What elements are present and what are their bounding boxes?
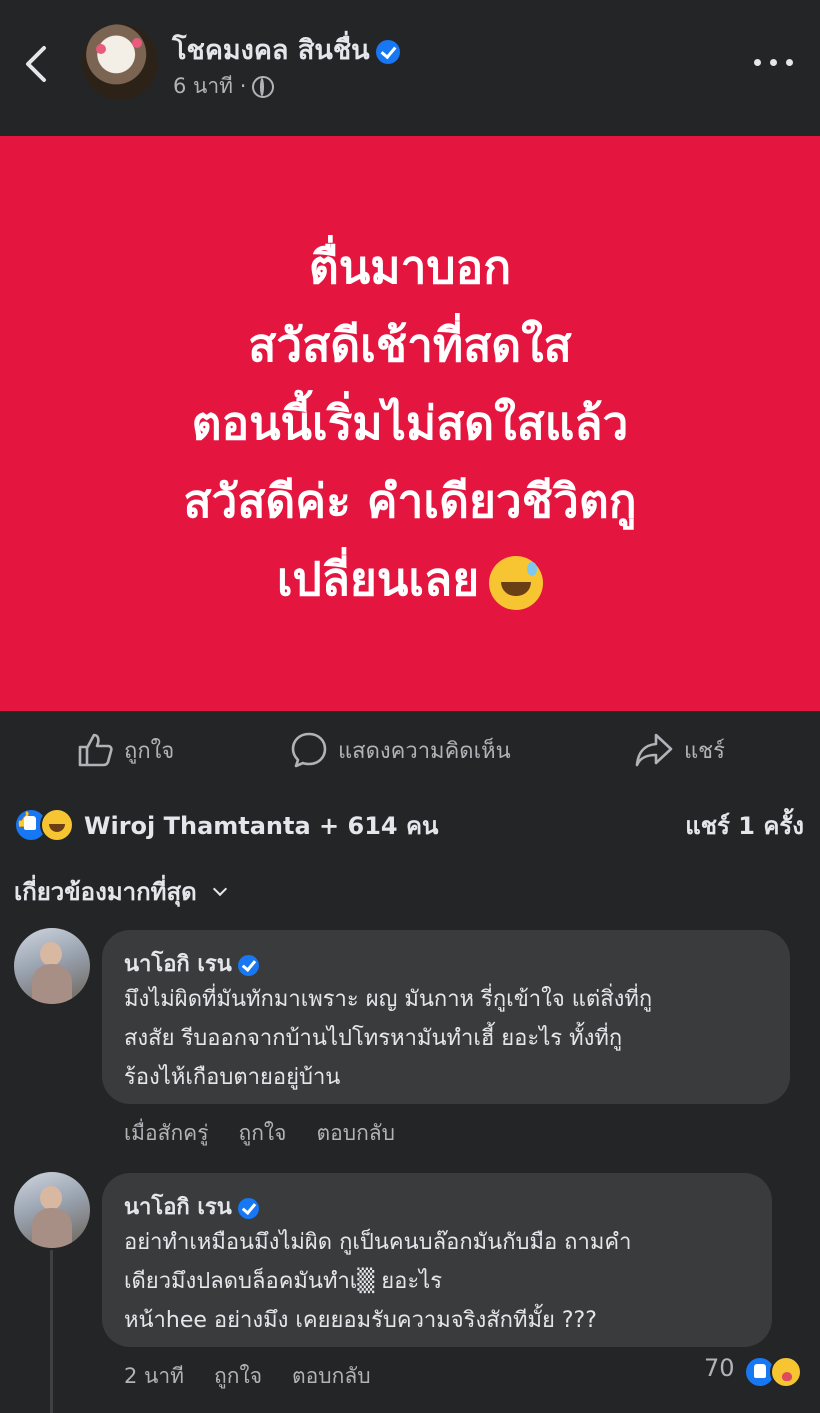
globe-icon	[252, 76, 275, 98]
comment-reply-button[interactable]: ตอบกลับ	[292, 1364, 371, 1388]
comment-meta: เมื่อสักครู่ ถูกใจ ตอบกลับ	[124, 1117, 425, 1150]
more-options-button[interactable]	[752, 48, 796, 76]
post-text: ตื่นมาบอก สวัสดีเช้าที่สดใส ตอนนี้เริ่มไ…	[0, 228, 820, 618]
share-count[interactable]: แชร์ 1 ครั้ง	[685, 806, 804, 845]
avatar-decoration	[132, 38, 142, 48]
more-dots-icon	[786, 59, 793, 66]
comment-reply-button[interactable]: ตอบกลับ	[317, 1121, 396, 1145]
sweat-smile-emoji-icon	[489, 555, 544, 610]
comment-label: แสดงความคิดเห็น	[338, 738, 511, 764]
comment-line: อย่าทำเหมือนมึงไม่ผิด กูเป็นคนบล๊อกมันกั…	[124, 1230, 632, 1255]
comment-author[interactable]: นาโอกิ เรน	[124, 946, 259, 981]
post-line: สวัสดีค่ะ คำเดียวชีวิตกู	[183, 474, 637, 528]
post-line: ตอนนี้เริ่มไม่สดใสแล้ว	[191, 396, 629, 450]
comment-sort-dropdown[interactable]: เกี่ยวข้องมากที่สุด	[14, 872, 227, 911]
comment-sort-label: เกี่ยวข้องมากที่สุด	[14, 878, 197, 906]
reactions-summary-row: Wiroj Thamtanta + 614 คน แชร์ 1 ครั้ง	[14, 806, 804, 842]
share-button[interactable]: แชร์	[634, 730, 725, 770]
page-avatar[interactable]	[82, 24, 158, 100]
reaction-icons[interactable]	[14, 808, 78, 842]
more-dots-icon	[770, 59, 777, 66]
page-name[interactable]: โชคมงคล สินชื่น	[172, 28, 400, 71]
reply-thread-line	[50, 1250, 53, 1413]
post-header: โชคมงคล สินชื่น 6 นาที ·	[0, 0, 820, 136]
verified-badge-icon	[375, 39, 400, 64]
comment-button[interactable]: แสดงความคิดเห็น	[290, 730, 511, 770]
comment-author-label: นาโอกิ เรน	[124, 1195, 232, 1220]
care-reaction-icon	[770, 1356, 802, 1388]
post-line: เปลี่ยนเลย	[276, 552, 480, 606]
more-dots-icon	[754, 59, 761, 66]
thumbs-up-icon	[78, 733, 113, 767]
commenter-avatar[interactable]	[14, 1172, 90, 1248]
haha-reaction-icon	[40, 808, 74, 842]
back-button[interactable]	[20, 42, 60, 86]
comment-reaction-count: 70	[704, 1354, 735, 1382]
comment-like-button[interactable]: ถูกใจ	[239, 1121, 287, 1145]
comment-bubble: นาโอกิ เรน มึงไม่ผิดที่มันทักมาเพราะ ผญ …	[102, 930, 790, 1104]
verified-badge-icon	[237, 954, 259, 976]
reactions-summary[interactable]: Wiroj Thamtanta + 614 คน	[84, 806, 438, 845]
verified-badge-icon	[237, 1197, 259, 1219]
comment-line: หน้าhee อย่างมึง เคยยอมรับความจริงสักทีม…	[124, 1308, 597, 1333]
comment-line: ร้องไห้เกือบตายอยู่บ้าน	[124, 1065, 341, 1090]
comment-line: มึงไม่ผิดที่มันทักมาเพราะ ผญ มันกาห รี่ก…	[124, 987, 653, 1012]
comment-line: สงสัย รีบออกจากบ้านไปโทรหามันทำเฮี้ ยอะไ…	[124, 1026, 623, 1051]
comment-time: เมื่อสักครู่	[124, 1121, 209, 1145]
chevron-down-icon	[212, 881, 227, 897]
comment-author-label: นาโอกิ เรน	[124, 952, 232, 977]
comment-text: มึงไม่ผิดที่มันทักมาเพราะ ผญ มันกาห รี่ก…	[124, 980, 652, 1097]
comment-author[interactable]: นาโอกิ เรน	[124, 1189, 259, 1224]
comment-bubble-icon	[291, 732, 327, 768]
post-text-card: ตื่นมาบอก สวัสดีเช้าที่สดใส ตอนนี้เริ่มไ…	[0, 136, 820, 711]
share-label: แชร์	[684, 738, 725, 764]
post-timestamp: 6 นาที ·	[173, 70, 275, 103]
avatar-decoration	[96, 44, 106, 54]
thumbs-up-glyph-icon	[754, 1364, 766, 1378]
chevron-left-icon	[26, 46, 46, 82]
post-line: สวัสดีเช้าที่สดใส	[248, 318, 572, 372]
post-line: ตื่นมาบอก	[308, 240, 512, 294]
comment-line: เดียวมึงปลดบล็อคมันทำเ▒ ยอะไร	[124, 1269, 443, 1294]
comment-text: อย่าทำเหมือนมึงไม่ผิด กูเป็นคนบล๊อกมันกั…	[124, 1223, 631, 1340]
post-line-last: เปลี่ยนเลย	[0, 540, 820, 618]
comment-time: 2 นาที	[124, 1364, 185, 1388]
comment-meta: 2 นาที ถูกใจ ตอบกลับ	[124, 1360, 401, 1393]
page-name-label: โชคมงคล สินชื่น	[172, 35, 370, 66]
comment-bubble: นาโอกิ เรน อย่าทำเหมือนมึงไม่ผิด กูเป็นค…	[102, 1173, 772, 1347]
post-time-label: 6 นาที ·	[173, 74, 247, 98]
commenter-avatar[interactable]	[14, 928, 90, 1004]
post-action-bar: ถูกใจ แสดงความคิดเห็น แชร์	[0, 712, 820, 784]
comment-like-button[interactable]: ถูกใจ	[214, 1364, 262, 1388]
share-arrow-icon	[635, 733, 673, 767]
thumbs-up-glyph-icon	[24, 816, 36, 830]
like-button[interactable]: ถูกใจ	[76, 730, 174, 770]
like-label: ถูกใจ	[124, 738, 175, 764]
